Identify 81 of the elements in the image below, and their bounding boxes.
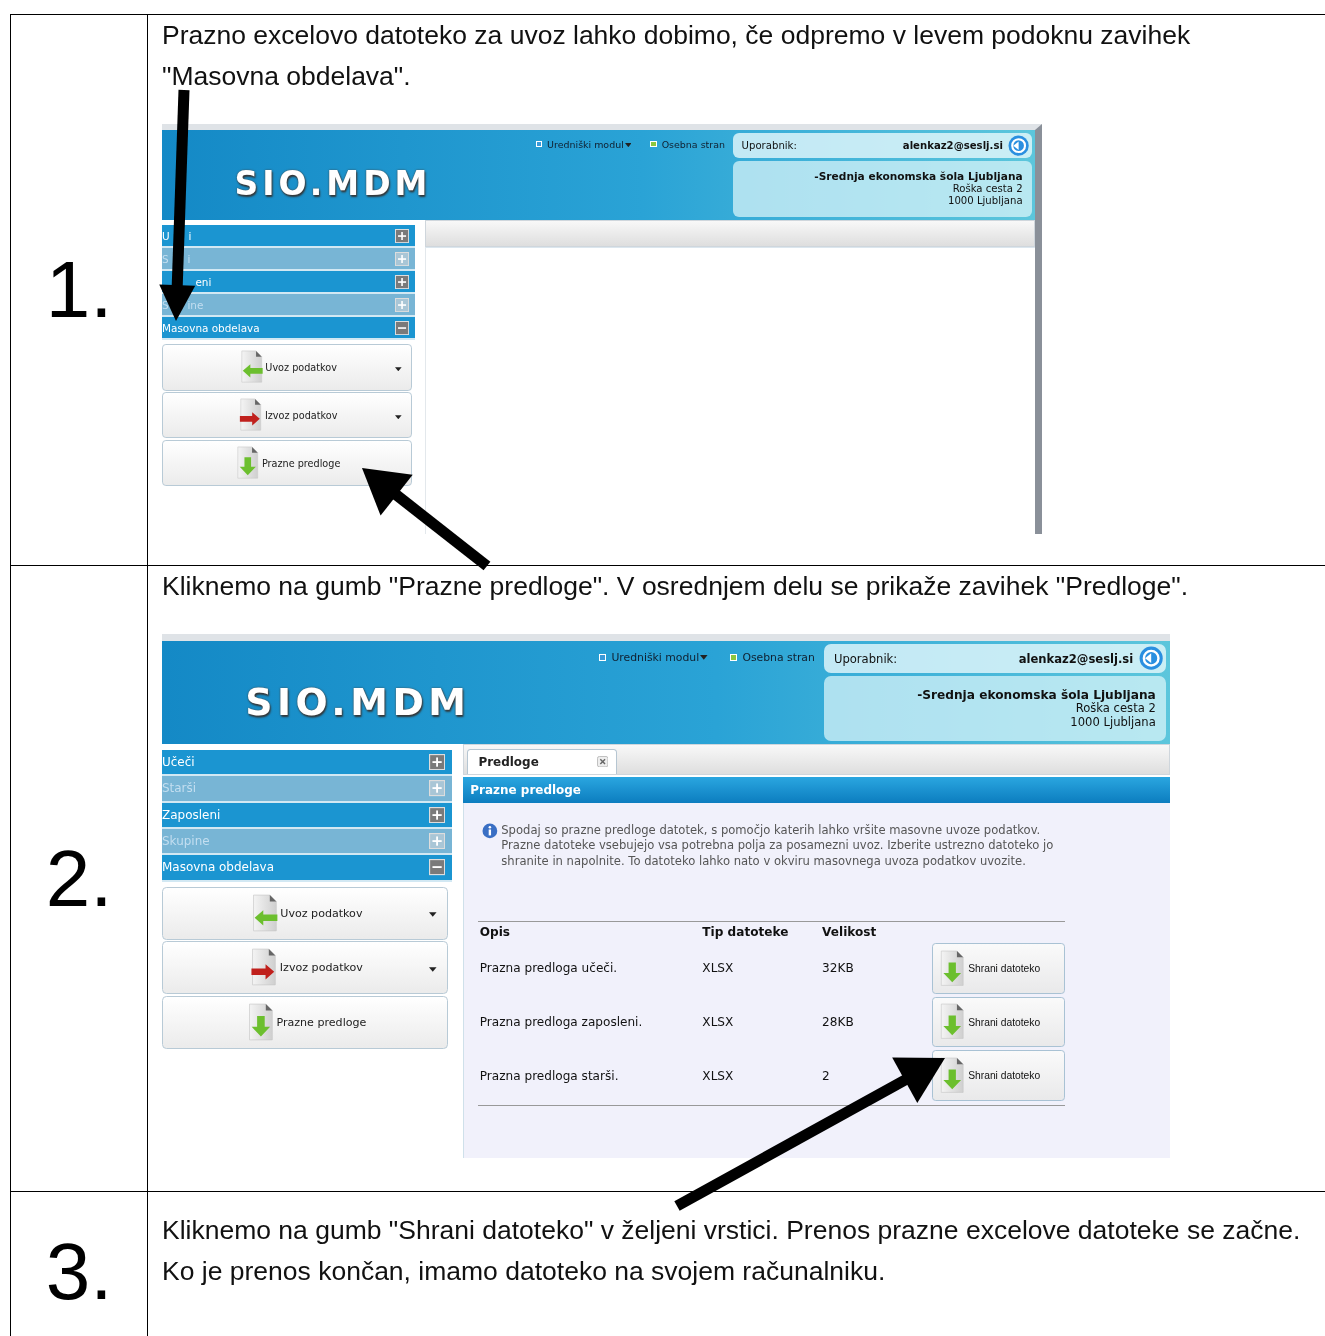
minus-icon[interactable] [395,320,410,335]
user-label: Uporabnik: [741,139,797,151]
panel-header: Prazne predloge [463,776,1170,804]
column-header: Opis [479,925,512,940]
minus-icon[interactable] [429,859,446,876]
table-cell-text: 2 [822,1068,831,1083]
sidebar-item[interactable]: U i [162,225,415,249]
caret-icon [429,967,437,972]
step-instruction: Prazno excelovo datoteko za uvoz lahko dobimo, če odpremo v levem podoknu zavihek "Masovna obdelava". [162,19,1192,93]
sidebar-label: ine [187,298,204,311]
table-cell-text: 32KB [822,961,855,976]
step-number: 2. [45,838,113,919]
address-line: Roška cesta 2 [952,183,1023,196]
save-file-button[interactable]: Shrani datoteko [932,942,1066,994]
step-number: 3. [45,1231,113,1312]
sidebar-button[interactable]: Prazne predloge [162,440,412,487]
nav-link[interactable]: Uredniški modul [547,138,632,150]
sidebar-item[interactable]: Zaposleni [162,802,452,829]
sidebar-button[interactable]: Izvoz podatkov [162,941,449,995]
column-header: Tip datoteke [702,925,790,940]
plus-icon[interactable] [429,806,446,823]
arrow-circle-icon[interactable] [1139,646,1164,671]
sidebar-label: eni [195,275,212,288]
sidebar-label: Skupine [162,834,210,849]
caret-icon [395,414,402,420]
tab[interactable]: Predloge [466,749,618,774]
save-file-button[interactable]: Shrani datoteko [932,1050,1066,1102]
table-cell-text: XLSX [702,1068,735,1083]
sidebar-label: S [162,252,169,265]
tab-label: Predloge [478,754,539,769]
sidebar-button[interactable]: Uvoz podatkov [162,886,449,940]
caret-icon [395,366,402,372]
sidebar-item[interactable]: Masovna obdelava [162,317,415,341]
info-icon [481,822,498,839]
close-icon[interactable] [596,756,609,768]
sidebar-button[interactable]: Uvoz podatkov [162,344,412,391]
table-cell-text: Prazna predloga učeči. [479,961,619,976]
address-line: 1000 Ljubljana [1070,716,1156,730]
sidebar-button[interactable]: Prazne predloge [162,996,449,1050]
column-header: Velikost [822,925,878,940]
sidebar-label: Učeči [162,755,195,770]
sidebar-label: Masovna obdelava [162,860,274,875]
table-cell-text: 28KB [822,1015,855,1030]
step-instruction: Kliknemo na gumb "Shrani datoteko" v željeni vrstici. Prenos prazne excelove datoteke se začne. Ko je prenos končan, imamo datoteko na svojem računalniku. [162,1214,1302,1288]
user-email: alenkaz2@seslj.si [902,139,1003,151]
sidebar-item[interactable]: Učeči [162,749,452,777]
sidebar-button[interactable]: Izvoz podatkov [162,392,412,439]
sidebar-label: U [162,229,170,242]
sidebar-label: Starši [162,781,197,796]
address-line: Roška cesta 2 [1075,702,1156,716]
info-text: Spodaj so prazne predloge datotek, s pomočjo katerih lahko vršite masovne uvoze podatkov. Prazne datoteke vsebujejo vsa potrebna polja za posamezni uvoz. Izberite ustrezno datoteko jo shranite in napolnite. To datoteko lahko nato v okviru masovnega uvoza podatkov uvozite. [501,822,1055,869]
caret-icon [624,142,632,148]
step-number: 1. [45,250,113,330]
logo: SIO.MDM [234,163,432,203]
table-cell-text: Prazna predloga zaposleni. [479,1015,644,1030]
address-line: 1000 Ljubljana [948,195,1023,208]
sidebar-item[interactable]: eni [162,271,415,295]
nav-link[interactable]: Uredniški modul [611,650,708,664]
nav-link[interactable]: Osebna stran [661,138,725,150]
sidebar-item[interactable]: Masovna obdelava [162,855,452,882]
plus-icon[interactable] [429,754,446,771]
caret-icon [700,655,708,661]
save-file-button[interactable]: Shrani datoteko [932,996,1066,1048]
plus-icon[interactable] [395,274,410,289]
table-cell-text: XLSX [702,1015,735,1030]
sidebar-label: Zaposleni [162,807,221,822]
sidebar-label: S [162,298,169,311]
school-name: -Srednja ekonomska šola Ljubljana [917,687,1156,703]
caret-icon [429,912,437,918]
sidebar-label: Masovna obdelava [162,321,260,334]
table-cell-text: Prazna predloga starši. [479,1068,620,1083]
nav-link[interactable]: Osebna stran [742,650,815,664]
step-instruction: Kliknemo na gumb "Prazne predloge". V osrednjem delu se prikaže zavihek "Predloge". [162,570,1190,603]
table-cell-text: XLSX [702,961,735,976]
school-name: -Srednja ekonomska šola Ljubljana [814,170,1023,183]
arrow-circle-icon[interactable] [1007,134,1030,156]
logo: SIO.MDM [245,680,471,725]
plus-icon[interactable] [395,228,410,243]
user-label: Uporabnik: [833,651,898,666]
sidebar-label: i [188,229,192,242]
user-email: alenkaz2@seslj.si [1018,651,1134,666]
